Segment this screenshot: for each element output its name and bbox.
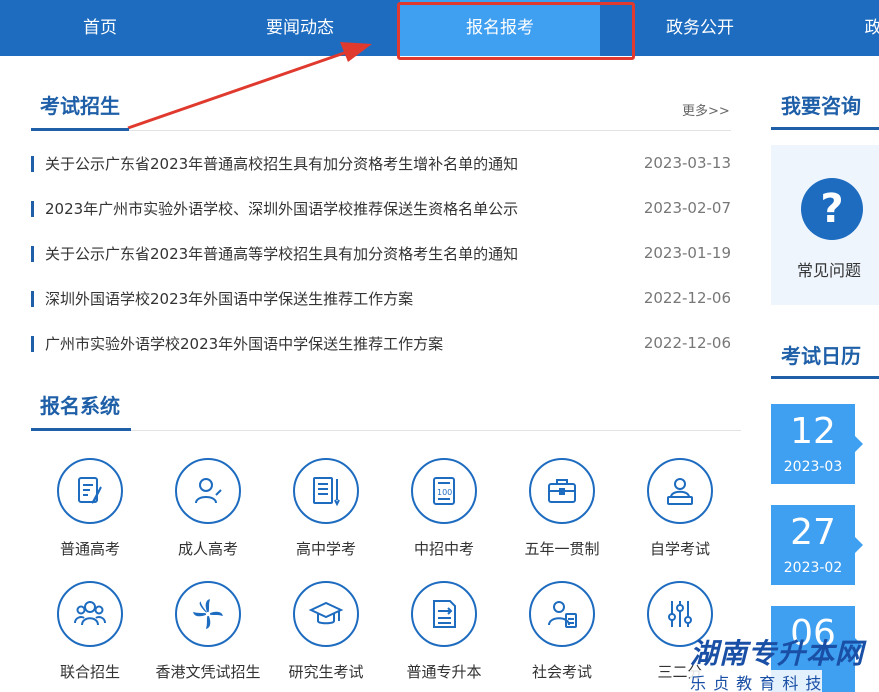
calendar-entry[interactable]: 12 2023-03 xyxy=(771,404,863,484)
news-date: 2023-02-07 xyxy=(643,199,731,217)
news-title[interactable]: 关于公示广东省2023年普通高校招生具有加分资格考生增补名单的通知 xyxy=(45,153,518,174)
calendar-section-underline xyxy=(771,376,879,379)
system-item-zhongkao[interactable]: 100 中招中考 xyxy=(385,458,503,578)
watermark-sub: 乐 贞 教 育 科 技 xyxy=(690,670,823,692)
news-title[interactable]: 广州市实验外语学校2023年外国语中学保送生推荐工作方案 xyxy=(45,333,443,354)
more-link[interactable]: 更多>> xyxy=(682,100,730,119)
news-bullet xyxy=(31,336,34,352)
system-item-hkdse[interactable]: 香港文凭试招生 xyxy=(149,581,267,692)
exam-section-title: 考试招生 xyxy=(40,94,120,118)
form-pen-icon xyxy=(57,458,123,524)
system-section-divider xyxy=(31,430,741,431)
news-bullet xyxy=(31,246,34,262)
calendar-year-month: 2023-03 xyxy=(783,459,843,475)
top-nav-bar: 首页 要闻动态 报名报考 政务公开 政 xyxy=(0,0,879,56)
faq-label: 常见问题 xyxy=(797,261,862,280)
system-item-social[interactable]: 社会考试 xyxy=(503,581,621,692)
system-section-underline xyxy=(31,428,131,431)
system-item-joint[interactable]: 联合招生 xyxy=(31,581,149,692)
news-date: 2023-01-19 xyxy=(643,244,731,262)
nav-item-registration[interactable]: 报名报考 xyxy=(400,0,600,56)
nav-item-home[interactable]: 首页 xyxy=(40,0,160,56)
news-title[interactable]: 深圳外国语学校2023年外国语中学保送生推荐工作方案 xyxy=(45,288,413,309)
nav-item-government-affairs[interactable]: 政务公开 xyxy=(640,0,760,56)
nav-item-truncated[interactable]: 政 xyxy=(858,0,879,56)
system-section-title: 报名系统 xyxy=(40,394,120,418)
upgrade-document-icon xyxy=(411,581,477,647)
adult-person-icon xyxy=(175,458,241,524)
question-mark-icon: ? xyxy=(801,178,863,240)
consult-section-title: 我要咨询 xyxy=(781,94,861,118)
system-item-label: 自学考试 xyxy=(649,540,710,558)
graduation-cap-icon xyxy=(293,581,359,647)
news-item[interactable]: 广州市实验外语学校2023年外国语中学保送生推荐工作方案 2022-12-06 xyxy=(31,333,731,355)
news-bullet xyxy=(31,201,34,217)
nav-item-news[interactable]: 要闻动态 xyxy=(240,0,360,56)
calendar-entry[interactable]: 27 2023-02 xyxy=(771,505,863,585)
news-item[interactable]: 深圳外国语学校2023年外国语中学保送生推荐工作方案 2022-12-06 xyxy=(31,288,731,310)
calendar-year-month: 2023-02 xyxy=(783,560,843,576)
watermark-logo: 湖南专升本网 乐 贞 教 育 科 技 xyxy=(690,632,879,692)
score-sheet-icon: 100 xyxy=(411,458,477,524)
consult-section-underline xyxy=(771,127,879,130)
calendar-day: 27 xyxy=(790,512,836,553)
system-item-xuekao[interactable]: 高中学考 xyxy=(267,458,385,578)
system-item-five-year[interactable]: 五年一贯制 xyxy=(503,458,621,578)
system-item-self-study[interactable]: 自学考试 xyxy=(621,458,739,578)
watermark-main: 湖南专升本网 xyxy=(690,637,865,670)
group-people-icon xyxy=(57,581,123,647)
document-pencil-icon xyxy=(293,458,359,524)
calendar-section-title: 考试日历 xyxy=(781,344,861,368)
briefcase-icon xyxy=(529,458,595,524)
news-bullet xyxy=(31,291,34,307)
news-item[interactable]: 关于公示广东省2023年普通高校招生具有加分资格考生增补名单的通知 2023-0… xyxy=(31,153,731,175)
news-item[interactable]: 关于公示广东省2023年普通高等学校招生具有加分资格考生名单的通知 2023-0… xyxy=(31,243,731,265)
system-item-postgraduate[interactable]: 研究生考试 xyxy=(267,581,385,692)
exam-section-underline xyxy=(31,128,129,131)
news-item[interactable]: 2023年广州市实验外语学校、深圳外国语学校推荐保送生资格名单公示 2023-0… xyxy=(31,198,731,220)
self-study-icon xyxy=(647,458,713,524)
faq-card[interactable]: ? 常见问题 xyxy=(771,145,879,305)
news-date: 2023-03-13 xyxy=(643,154,731,172)
calendar-day: 12 xyxy=(790,411,836,452)
news-title[interactable]: 2023年广州市实验外语学校、深圳外国语学校推荐保送生资格名单公示 xyxy=(45,198,518,219)
system-item-adult[interactable]: 成人高考 xyxy=(149,458,267,578)
system-item-upgrade[interactable]: 普通专升本 xyxy=(385,581,503,692)
exam-section-divider xyxy=(31,130,731,131)
bauhinia-flower-icon xyxy=(175,581,241,647)
news-bullet xyxy=(31,156,34,172)
news-date: 2022-12-06 xyxy=(643,289,731,307)
svg-text:100: 100 xyxy=(437,488,452,497)
news-title[interactable]: 关于公示广东省2023年普通高等学校招生具有加分资格考生名单的通知 xyxy=(45,243,518,264)
exam-person-icon xyxy=(529,581,595,647)
news-date: 2022-12-06 xyxy=(643,334,731,352)
system-item-gaokao[interactable]: 普通高考 xyxy=(31,458,149,578)
